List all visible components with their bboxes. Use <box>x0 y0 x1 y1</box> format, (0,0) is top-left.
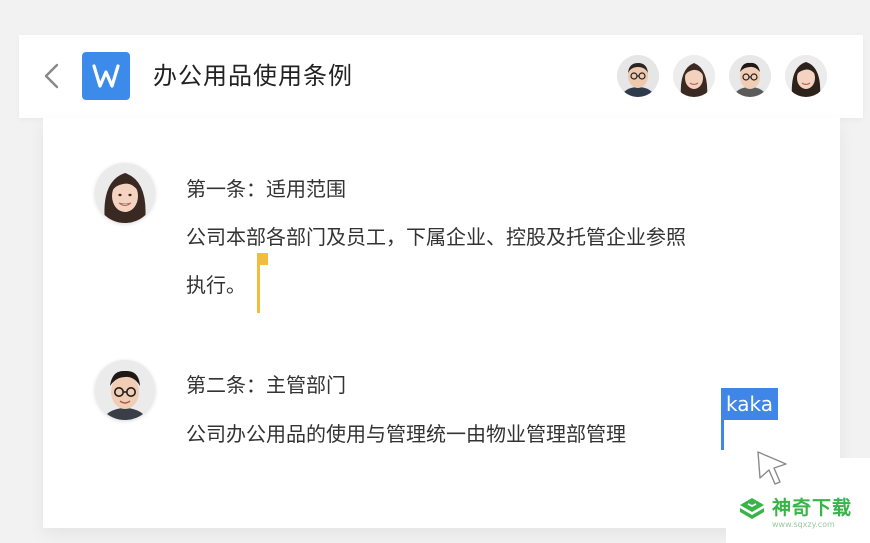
collaborator-cursor-label: kaka <box>721 388 778 420</box>
author-avatar-woman <box>95 163 155 223</box>
watermark: 神奇下载 www.sqxzy.com <box>726 458 870 543</box>
watermark-logo-icon <box>740 498 764 519</box>
word-doc-icon <box>82 52 130 100</box>
watermark-name: 神奇下载 <box>772 497 853 519</box>
watermark-url: www.sqxzy.com <box>772 520 835 529</box>
mouse-pointer-icon <box>757 451 787 485</box>
collaborator-avatars <box>617 55 827 97</box>
collaborator-avatar[interactable] <box>617 55 659 97</box>
author-avatar-man <box>95 360 155 420</box>
section-2-text-line-1: 公司办公用品的使用与管理统一由物业管理部管理 <box>186 422 626 446</box>
section-1-heading: 第一条：适用范围 <box>186 177 346 201</box>
document-title: 办公用品使用条例 <box>153 62 353 90</box>
collaborator-avatar[interactable] <box>785 55 827 97</box>
document-header: 办公用品使用条例 <box>19 35 863 118</box>
section-2-heading: 第二条：主管部门 <box>186 373 346 397</box>
collaborator-avatar[interactable] <box>729 55 771 97</box>
collaborator-cursor-flag <box>257 253 268 265</box>
section-1-text-line-2: 执行。 <box>186 273 246 297</box>
document-body[interactable] <box>43 118 840 528</box>
back-chevron-icon[interactable] <box>41 63 63 89</box>
collaborator-avatar[interactable] <box>673 55 715 97</box>
